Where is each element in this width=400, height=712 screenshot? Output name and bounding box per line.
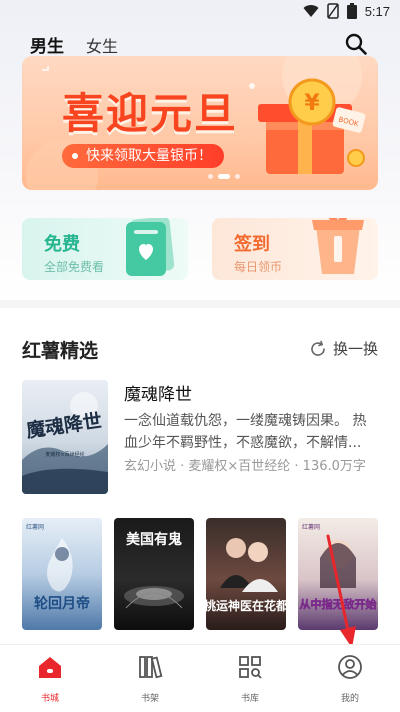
gender-tabs: 男生 女生 [30,32,118,57]
featured-book[interactable]: 魔魂降世 麦耀权×百世经纶 魔魂降世 一念仙道载仇怨，一缕魔魂铸因果。 热血少年… [22,380,378,494]
cover-title: 魔魂降世 [25,409,103,442]
heart-book-icon [126,218,175,276]
featured-book-title: 魔魂降世 [124,385,192,405]
tab-female[interactable]: 女生 [86,33,118,57]
signin-card-title: 签到 [234,234,270,255]
status-bar: 5:17 [0,0,400,24]
section-divider [0,300,400,308]
featured-book-cover[interactable]: 魔魂降世 麦耀权×百世经纶 [22,380,108,494]
banner-pagination [208,174,240,179]
book-cover-row: 红薯网 轮回月帝 美国有鬼 桃运神医在花都 红薯网 从中指无敌开始 [22,518,378,648]
nav-label: 我的 [340,694,359,704]
free-card-title: 免费 [44,234,80,255]
book-cover[interactable]: 美国有鬼 [114,518,194,630]
nav-profile[interactable]: 我的 [320,653,380,704]
cover-tag: 红薯网 [26,523,44,531]
free-card-subtitle: 全部免费看 [44,260,105,274]
search-icon[interactable] [344,32,368,56]
battery-icon [346,3,357,19]
cover-title: 美国有鬼 [126,531,182,548]
cover-art: 魔魂降世 麦耀权×百世经纶 [22,392,108,494]
free-books-card[interactable]: 免费 全部免费看 [22,218,188,280]
bookshelf-icon [139,656,163,679]
nav-library[interactable]: 书库 [220,653,280,704]
cover-art: 红薯网 轮回月帝 [26,523,90,612]
sign-in-card[interactable]: 签到 每日领币 [212,218,378,280]
nav-bookstore[interactable]: 书城 [20,653,80,704]
banner-dot [235,174,240,179]
promo-banner[interactable]: 喜迎元旦 快来领取大量银币！ ¥ BOOK [22,56,378,190]
nav-label: 书城 [40,694,59,704]
banner-title: 喜迎元旦 [62,89,239,138]
profile-icon [338,655,362,679]
cover-tag: 红薯网 [302,523,320,531]
featured-book-description: 一念仙道载仇怨，一缕魔魂铸因果。 热血少年不羁野性，不惑魔欲，不解情... [124,413,367,451]
cover-author: 麦耀权×百世经纶 [45,451,84,458]
banner-dot-active [218,174,230,179]
banner-subtitle-pill: 快来领取大量银币！ [62,144,224,168]
library-icon [239,656,262,679]
nav-label: 书库 [240,694,259,704]
pill-dot [72,153,78,159]
book-cover[interactable]: 红薯网 轮回月帝 [22,518,102,630]
no-signal-icon [326,3,339,19]
svg-text:¥: ¥ [304,91,320,116]
bottom-navigation: 书城 书架 书库 我的 [0,644,400,712]
cover-art: 桃运神医在花都 [206,538,286,613]
refresh-button[interactable]: 换一换 [309,338,378,359]
nav-label: 书架 [140,694,159,704]
banner-subtitle: 快来领取大量银币！ [86,148,212,164]
refresh-label: 换一换 [332,340,378,358]
cover-art: 美国有鬼 [124,531,184,609]
section-title: 红薯精选 [22,340,99,362]
annotation-arrow-icon [326,534,356,648]
nav-bookshelf[interactable]: 书架 [120,653,180,704]
status-time: 5:17 [364,3,390,19]
cover-title: 轮回月帝 [34,595,90,612]
signin-card-subtitle: 每日领币 [234,260,283,274]
gift-cup-icon [312,218,364,274]
featured-book-meta: 玄幻小说 · 麦耀权×百世经纶 · 136.0万字 [124,459,366,474]
refresh-icon [311,340,325,356]
gift-box-icon: ¥ BOOK [258,78,366,174]
banner-dot [208,174,213,179]
home-icon [39,657,61,678]
cover-title: 桃运神医在花都 [206,598,286,613]
tab-male[interactable]: 男生 [30,32,64,57]
wifi-icon [303,5,319,18]
book-cover[interactable]: 桃运神医在花都 [206,518,286,630]
